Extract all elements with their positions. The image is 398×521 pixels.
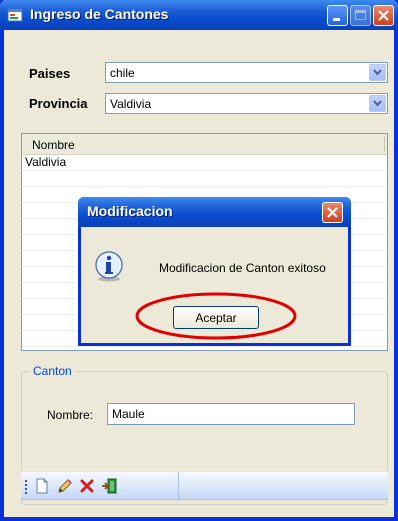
edit-pencil-icon[interactable] (56, 477, 74, 495)
dialog-title-bar[interactable]: Modificacion (78, 197, 351, 227)
close-button[interactable] (373, 5, 394, 26)
provincia-label: Provincia (29, 96, 88, 111)
nombre-label: Nombre: (47, 408, 94, 422)
chevron-down-icon (373, 100, 382, 107)
toolstrip-grip[interactable] (25, 480, 27, 494)
chevron-down-icon (373, 69, 382, 76)
window-title: Ingreso de Cantones (30, 6, 169, 22)
maximize-icon (355, 10, 366, 20)
provincia-combobox[interactable]: Valdivia (105, 93, 388, 114)
minimize-icon (333, 18, 340, 21)
paises-label: Paises (29, 66, 71, 81)
maximize-button[interactable] (350, 5, 371, 26)
dialog-message: Modificacion de Canton exitoso (159, 261, 326, 275)
column-separator (384, 137, 385, 151)
paises-combobox[interactable]: chile (105, 62, 388, 83)
delete-x-icon[interactable] (78, 477, 96, 495)
paises-selected-value: chile (110, 66, 135, 80)
paises-dropdown-button[interactable] (369, 64, 386, 81)
app-form-icon (7, 8, 23, 22)
info-icon (95, 251, 123, 282)
provincia-selected-value: Valdivia (110, 97, 152, 111)
dialog-title: Modificacion (87, 203, 173, 219)
toolstrip (21, 471, 388, 501)
column-header-nombre[interactable]: Nombre (32, 138, 75, 152)
close-icon (378, 10, 389, 21)
title-bar[interactable]: Ingreso de Cantones (0, 0, 398, 30)
highlight-annotation-ellipse (135, 292, 297, 340)
nombre-input[interactable] (107, 403, 355, 425)
canton-group-title: Canton (30, 364, 75, 378)
close-icon (327, 207, 338, 218)
exit-door-icon[interactable] (100, 477, 118, 495)
table-row-empty (22, 171, 387, 187)
grid-header: Nombre (22, 134, 387, 155)
minimize-button[interactable] (327, 5, 348, 26)
table-row[interactable]: Valdivia (22, 155, 387, 171)
dialog-close-button[interactable] (322, 202, 343, 223)
new-document-icon[interactable] (33, 477, 51, 495)
cell-nombre: Valdivia (25, 155, 67, 169)
provincia-dropdown-button[interactable] (369, 95, 386, 112)
